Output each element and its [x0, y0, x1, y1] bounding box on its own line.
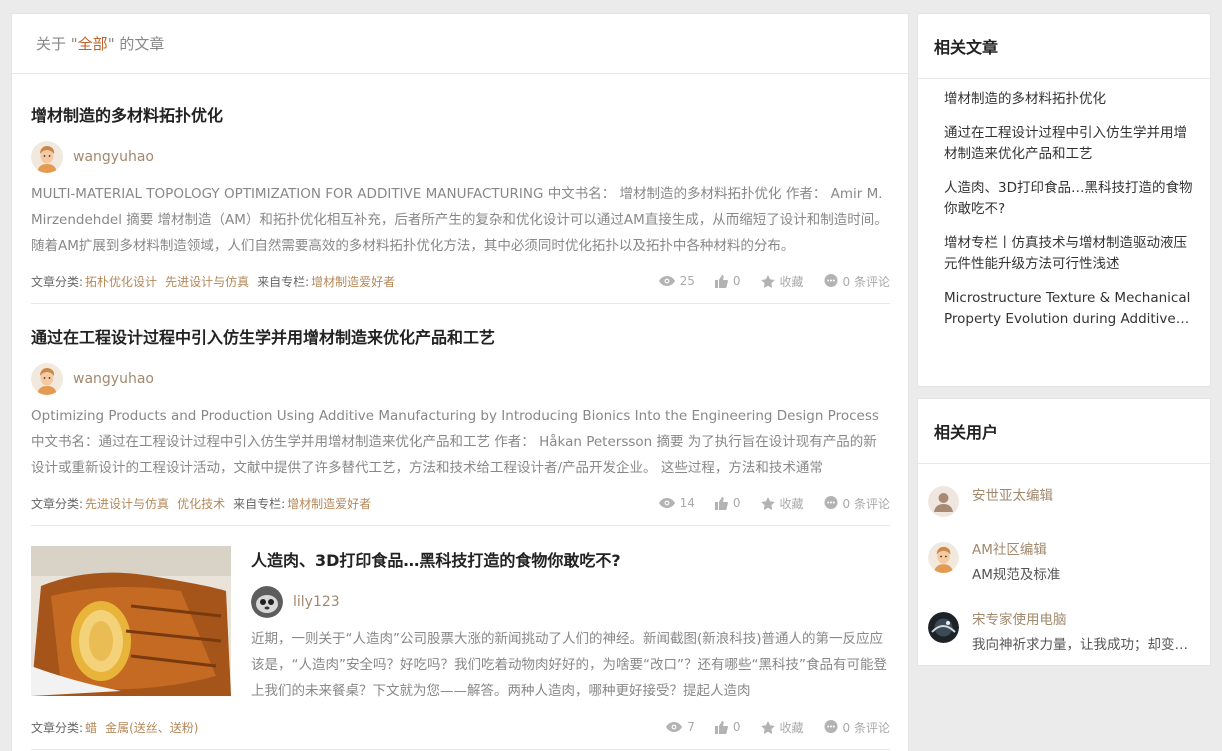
user-info: 安世亚太编辑: [972, 483, 1053, 509]
category-tag[interactable]: 金属(送丝、送粉): [105, 719, 198, 736]
favorite-button[interactable]: 收藏: [760, 273, 804, 290]
article-item: 人造肉、3D打印食品…黑科技打造的食物你敢吃不? lily123 近期，一则关于…: [31, 526, 890, 750]
header-suffix: " 的文章: [107, 35, 165, 53]
eye-icon: [658, 276, 675, 286]
comment-icon: [824, 274, 838, 287]
user-description: 我向神祈求力量，让我成功；却变得弱小: [972, 637, 1200, 653]
comment-icon: [824, 720, 838, 733]
author-name[interactable]: wangyuhao: [73, 371, 154, 387]
page: 关于 " 全部 " 的文章 增材制造的多材料拓扑优化 wangyuhao MULTI…: [0, 0, 1222, 751]
user-description: AM规范及标准: [972, 567, 1061, 583]
category-label: 文章分类:: [31, 274, 84, 289]
category-tag[interactable]: 蜡: [85, 719, 97, 736]
related-article-link[interactable]: 通过在工程设计过程中引入仿生学并用增材制造来优化产品和工艺: [944, 123, 1194, 165]
like-button[interactable]: 0: [714, 720, 741, 734]
article-stats: 14 0 收藏 0 条评论: [639, 495, 890, 512]
favorite-button[interactable]: 收藏: [760, 495, 804, 512]
header-prefix: 关于 ": [36, 35, 78, 53]
column-tag[interactable]: 增材制造爱好者: [287, 495, 371, 512]
article-stats: 7 0 收藏 0 条评论: [646, 719, 890, 736]
comment-icon: [824, 496, 838, 509]
comments-button[interactable]: 0 条评论: [824, 719, 890, 736]
views-stat: 7: [666, 720, 695, 734]
article-author[interactable]: wangyuhao: [31, 363, 890, 395]
user-info: 宋专家使用电脑 我向神祈求力量，让我成功；却变得弱小: [972, 609, 1200, 656]
related-articles-title: 相关文章: [918, 14, 1210, 79]
comments-button[interactable]: 0 条评论: [824, 273, 890, 290]
user-name[interactable]: 宋专家使用电脑: [972, 609, 1200, 631]
column-tag[interactable]: 增材制造爱好者: [311, 273, 395, 290]
like-button[interactable]: 0: [714, 274, 741, 288]
related-article-link[interactable]: 人造肉、3D打印食品…黑科技打造的食物你敢吃不?: [944, 178, 1194, 220]
related-users-card: 相关用户 安世亚太编辑 AM社区编辑 AM规范及标准 宋专家使用电脑 我向神祈求…: [917, 398, 1211, 666]
article-body: 人造肉、3D打印食品…黑科技打造的食物你敢吃不? lily123 近期，一则关于…: [251, 550, 890, 704]
article-title[interactable]: 人造肉、3D打印食品…黑科技打造的食物你敢吃不?: [251, 550, 890, 572]
related-articles-list: 增材制造的多材料拓扑优化 通过在工程设计过程中引入仿生学并用增材制造来优化产品和…: [918, 79, 1210, 330]
article-item: 增材制造的多材料拓扑优化 wangyuhao MULTI-MATERIAL TO…: [31, 74, 890, 304]
author-name[interactable]: lily123: [293, 594, 340, 610]
thumbs-up-icon: [714, 274, 728, 288]
avatar[interactable]: [928, 612, 959, 643]
category-label: 文章分类:: [31, 496, 84, 511]
related-user[interactable]: AM社区编辑 AM规范及标准: [928, 539, 1200, 586]
category-label: 文章分类:: [31, 720, 84, 735]
article-author[interactable]: wangyuhao: [31, 141, 890, 173]
user-info: AM社区编辑 AM规范及标准: [972, 539, 1200, 586]
category-tag[interactable]: 优化技术: [177, 495, 225, 512]
related-article-link[interactable]: 增材制造的多材料拓扑优化: [944, 89, 1194, 110]
avatar[interactable]: [928, 542, 959, 573]
article-summary: Optimizing Products and Production Using…: [31, 408, 879, 476]
related-user[interactable]: 安世亚太编辑: [928, 483, 1053, 517]
eye-icon: [658, 498, 675, 508]
article-author[interactable]: lily123: [251, 586, 890, 618]
avatar[interactable]: [31, 363, 63, 395]
star-icon: [760, 720, 775, 734]
thumbs-up-icon: [714, 720, 728, 734]
related-user[interactable]: 宋专家使用电脑 我向神祈求力量，让我成功；却变得弱小: [928, 609, 1200, 656]
like-button[interactable]: 0: [714, 496, 741, 510]
views-stat: 14: [658, 496, 695, 510]
article-list-panel: 关于 " 全部 " 的文章 增材制造的多材料拓扑优化 wangyuhao MULTI…: [11, 13, 909, 751]
user-name[interactable]: 安世亚太编辑: [972, 483, 1053, 509]
column-label: 来自专栏:: [257, 274, 310, 289]
article-summary: MULTI-MATERIAL TOPOLOGY OPTIMIZATION FOR…: [31, 186, 888, 254]
article-meta: 文章分类: 拓朴优化设计 先进设计与仿真 来自专栏: 增材制造爱好者 25 0 …: [31, 273, 890, 289]
category-tag[interactable]: 先进设计与仿真: [165, 273, 249, 290]
article-meta: 文章分类: 蜡 金属(送丝、送粉) 7 0 收藏 0 条评论: [31, 719, 890, 735]
category-tag[interactable]: 先进设计与仿真: [85, 495, 169, 512]
article-summary: 近期，一则关于“人造肉”公司股票大涨的新闻挑动了人们的神经。新闻截图(新浪科技)…: [251, 631, 887, 699]
related-users-title: 相关用户: [918, 399, 1210, 464]
header-keyword[interactable]: 全部: [78, 33, 108, 54]
comments-button[interactable]: 0 条评论: [824, 495, 890, 512]
article-title[interactable]: 增材制造的多材料拓扑优化: [31, 105, 890, 127]
avatar[interactable]: [251, 586, 283, 618]
star-icon: [760, 496, 775, 510]
column-label: 来自专栏:: [233, 496, 286, 511]
avatar[interactable]: [928, 486, 959, 517]
star-icon: [760, 274, 775, 288]
article-item: 通过在工程设计过程中引入仿生学并用增材制造来优化产品和工艺 wangyuhao …: [31, 304, 890, 526]
list-header: 关于 " 全部 " 的文章: [12, 14, 908, 74]
author-name[interactable]: wangyuhao: [73, 149, 154, 165]
avatar[interactable]: [31, 141, 63, 173]
related-article-link[interactable]: 增材专栏丨仿真技术与增材制造驱动液压元件性能升级方法可行性浅述: [944, 233, 1194, 275]
user-name[interactable]: AM社区编辑: [972, 539, 1200, 561]
article-thumbnail[interactable]: [31, 546, 231, 696]
favorite-button[interactable]: 收藏: [760, 719, 804, 736]
article-stats: 25 0 收藏 0 条评论: [639, 273, 890, 290]
article-meta: 文章分类: 先进设计与仿真 优化技术 来自专栏: 增材制造爱好者 14 0 收藏…: [31, 495, 890, 511]
article-title[interactable]: 通过在工程设计过程中引入仿生学并用增材制造来优化产品和工艺: [31, 327, 890, 349]
thumbs-up-icon: [714, 496, 728, 510]
related-article-link[interactable]: Microstructure Texture & Mechanical Prop…: [944, 288, 1194, 330]
category-tag[interactable]: 拓朴优化设计: [85, 273, 157, 290]
related-articles-card: 相关文章 增材制造的多材料拓扑优化 通过在工程设计过程中引入仿生学并用增材制造来…: [917, 13, 1211, 387]
views-stat: 25: [658, 274, 695, 288]
eye-icon: [666, 722, 683, 732]
